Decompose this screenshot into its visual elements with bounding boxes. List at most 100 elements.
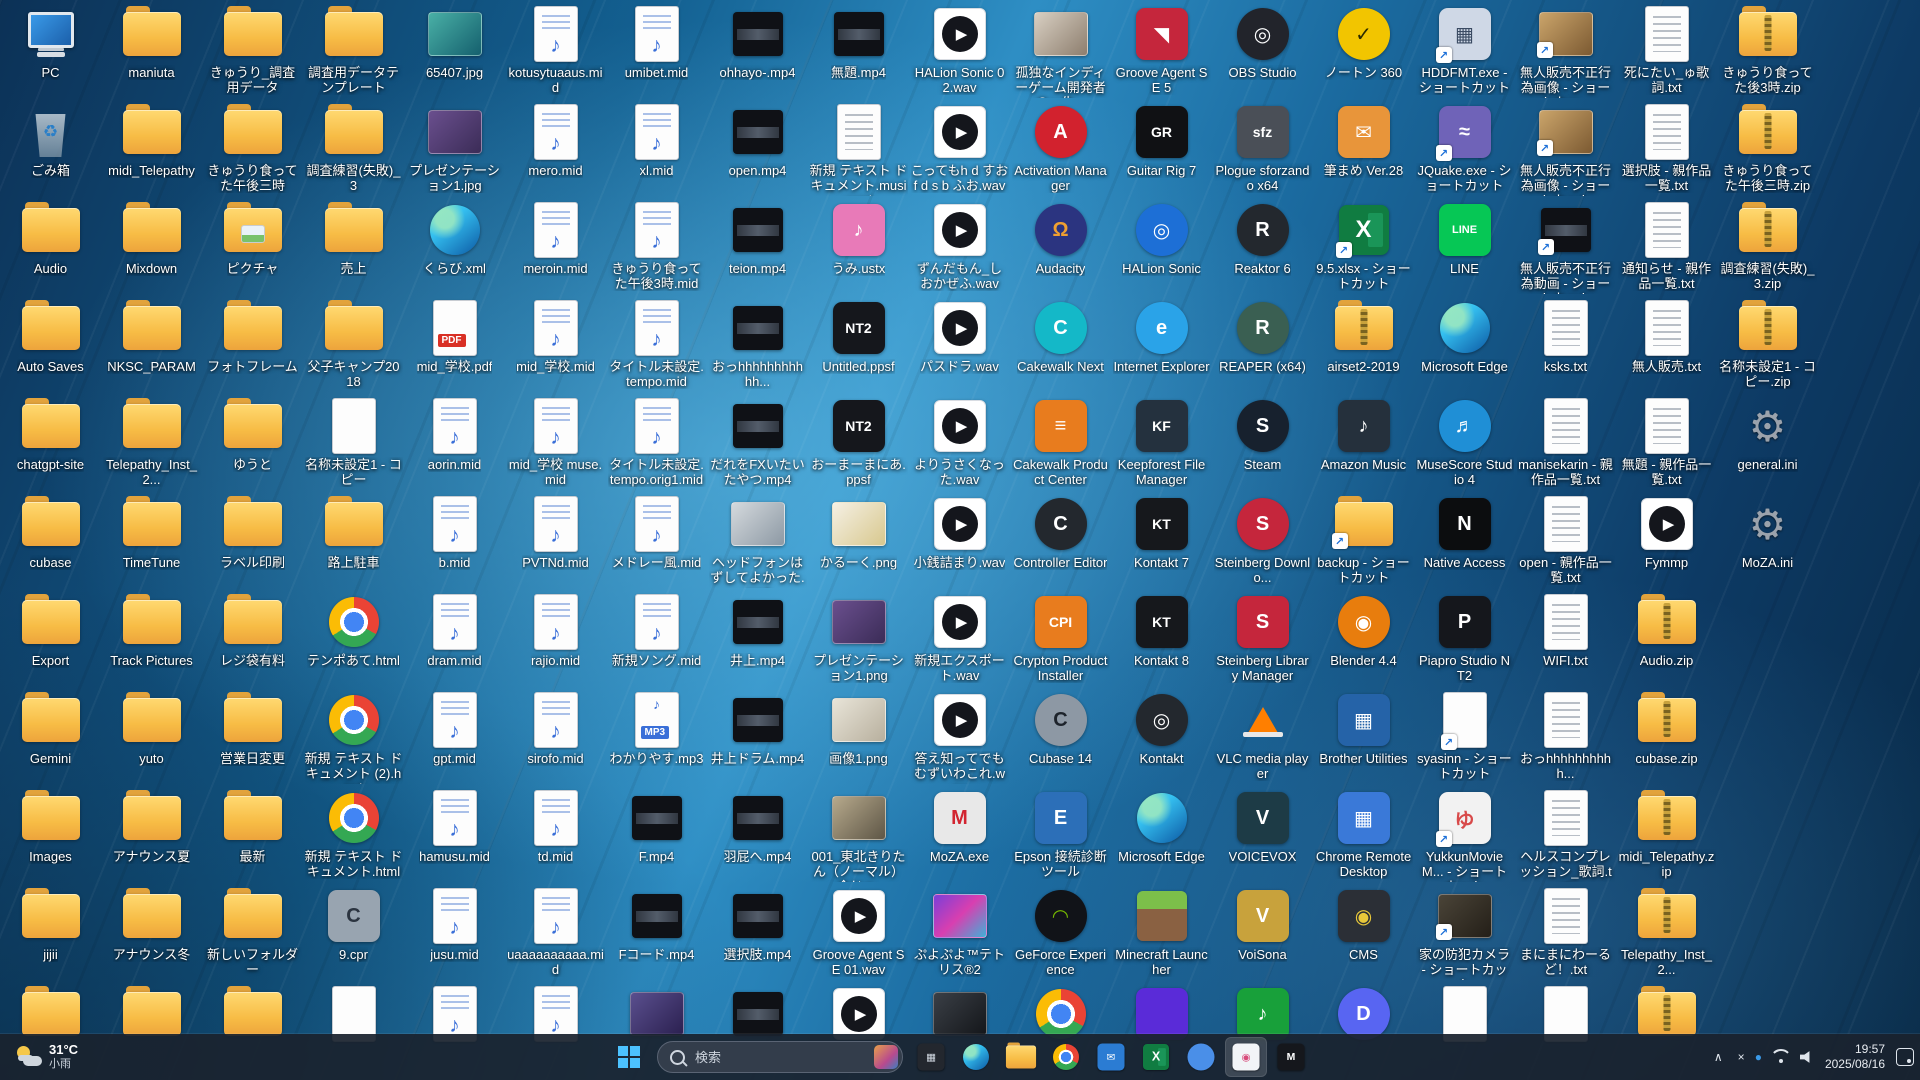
- desktop-icon[interactable]: ↗無人販売不正行為動画 - ショートカット: [1515, 196, 1616, 294]
- desktop-icon[interactable]: ▦↗HDDFMT.exe - ショートカット: [1414, 0, 1515, 98]
- desktop-icon[interactable]: おっhhhhhhhhhhh...: [707, 294, 808, 392]
- desktop-icon[interactable]: メドレー風.mid: [606, 490, 707, 588]
- taskbar-clock[interactable]: 19:57 2025/08/16: [1825, 1042, 1885, 1072]
- desktop-icon[interactable]: maniuta: [101, 0, 202, 98]
- desktop-icon[interactable]: ピクチャ: [202, 196, 303, 294]
- taskbar-app-photos[interactable]: ◉: [1225, 1037, 1267, 1077]
- desktop-icon[interactable]: PC: [0, 0, 101, 98]
- desktop-icon[interactable]: プレゼンテーション1.jpg: [404, 98, 505, 196]
- desktop-icon[interactable]: Fコード.mp4: [606, 882, 707, 980]
- desktop-icon[interactable]: yuto: [101, 686, 202, 784]
- desktop-icon[interactable]: hamusu.mid: [404, 784, 505, 882]
- desktop-icon[interactable]: PPiapro Studio NT2: [1414, 588, 1515, 686]
- desktop-icon[interactable]: VLC media player: [1212, 686, 1313, 784]
- desktop-icon[interactable]: ラベル印刷: [202, 490, 303, 588]
- weather-widget[interactable]: 31°C 小雨: [6, 1040, 88, 1074]
- desktop-icon[interactable]: ↗無人販売不正行為画像 - ショートカッ...: [1515, 0, 1616, 98]
- desktop-icon[interactable]: TimeTune: [101, 490, 202, 588]
- desktop-icon[interactable]: 選択肢 - 親作品一覧.txt: [1616, 98, 1717, 196]
- desktop-icon[interactable]: Fymmp: [1616, 490, 1717, 588]
- desktop-icon[interactable]: xl.mid: [606, 98, 707, 196]
- desktop-icon[interactable]: ぷよぷよ™テトリス®2: [909, 882, 1010, 980]
- desktop-icon[interactable]: GRGuitar Rig 7: [1111, 98, 1212, 196]
- desktop-icon[interactable]: だれをFXいたいたやつ.mp4: [707, 392, 808, 490]
- desktop-icon[interactable]: Auto Saves: [0, 294, 101, 392]
- desktop-icon[interactable]: MoZA.ini: [1717, 490, 1818, 588]
- desktop-icon[interactable]: RREAPER (x64): [1212, 294, 1313, 392]
- desktop-icon[interactable]: 死にたい_ゅ歌詞.txt: [1616, 0, 1717, 98]
- desktop-icon[interactable]: CController Editor: [1010, 490, 1111, 588]
- desktop-icon[interactable]: 調査用データテンプレート: [303, 0, 404, 98]
- desktop-icon[interactable]: くらび.xml: [404, 196, 505, 294]
- desktop-icon[interactable]: よりうさくなった.wav: [909, 392, 1010, 490]
- desktop-icon[interactable]: ▦Brother Utilities: [1313, 686, 1414, 784]
- desktop-icon[interactable]: ✓ノートン 360: [1313, 0, 1414, 98]
- desktop-icon[interactable]: Minecraft Launcher: [1111, 882, 1212, 980]
- desktop-icon[interactable]: ↗家の防犯カメラ - ショートカット: [1414, 882, 1515, 980]
- desktop-icon[interactable]: mero.mid: [505, 98, 606, 196]
- taskbar-app-file-explorer[interactable]: [1000, 1037, 1042, 1077]
- desktop-icon[interactable]: ♪うみ.ustx: [808, 196, 909, 294]
- desktop-icon[interactable]: ◥Groove Agent SE 5: [1111, 0, 1212, 98]
- desktop-icon[interactable]: open - 親作品一覧.txt: [1515, 490, 1616, 588]
- desktop-icon[interactable]: ♬MuseScore Studio 4: [1414, 392, 1515, 490]
- desktop-icon[interactable]: KTKontakt 7: [1111, 490, 1212, 588]
- desktop-icon[interactable]: こってもh d すお f d s b ふお.wav: [909, 98, 1010, 196]
- desktop-icon[interactable]: 答え知ってでもむずいわこれ.wav: [909, 686, 1010, 784]
- hidden-icons-chevron[interactable]: ∧: [1710, 1046, 1727, 1068]
- desktop-icon[interactable]: きゅうり食ってた午後三時.zip: [1717, 98, 1818, 196]
- desktop-icon[interactable]: アナウンス冬: [101, 882, 202, 980]
- desktop-icon[interactable]: アナウンス夏: [101, 784, 202, 882]
- desktop-icon[interactable]: meroin.mid: [505, 196, 606, 294]
- desktop-icon[interactable]: cubase: [0, 490, 101, 588]
- start-button[interactable]: [608, 1037, 650, 1077]
- desktop-icon[interactable]: わかりやす.mp3: [606, 686, 707, 784]
- search-input[interactable]: [693, 1049, 866, 1066]
- desktop-icon[interactable]: ↗9.5.xlsx - ショートカット: [1313, 196, 1414, 294]
- desktop-icon[interactable]: ヘッドフォンはずしてよかった.mp4: [707, 490, 808, 588]
- desktop-icon[interactable]: 新しいフォルダー: [202, 882, 303, 980]
- desktop-icon[interactable]: SSteam: [1212, 392, 1313, 490]
- desktop-icon[interactable]: ごみ箱: [0, 98, 101, 196]
- desktop-icon[interactable]: 選択肢.mp4: [707, 882, 808, 980]
- desktop-icon[interactable]: ゆ↗YukkunMovieM... - ショートカット: [1414, 784, 1515, 882]
- desktop-icon[interactable]: Audio: [0, 196, 101, 294]
- wifi-icon[interactable]: [1772, 1050, 1790, 1064]
- desktop-icon[interactable]: open.mp4: [707, 98, 808, 196]
- taskbar-search[interactable]: [657, 1041, 903, 1073]
- desktop-icon[interactable]: プレゼンテーション1.png: [808, 588, 909, 686]
- desktop-icon[interactable]: ◎OBS Studio: [1212, 0, 1313, 98]
- desktop-icon[interactable]: Export: [0, 588, 101, 686]
- desktop-icon[interactable]: Images: [0, 784, 101, 882]
- desktop-icon[interactable]: RReaktor 6: [1212, 196, 1313, 294]
- desktop-icon[interactable]: NNative Access: [1414, 490, 1515, 588]
- desktop-icon[interactable]: 羽屁へ.mp4: [707, 784, 808, 882]
- desktop-icon[interactable]: 孤独なインディーゲーム開発者の一生...: [1010, 0, 1111, 98]
- desktop-icon[interactable]: F.mp4: [606, 784, 707, 882]
- desktop-icon[interactable]: Mixdown: [101, 196, 202, 294]
- desktop-icon[interactable]: ksks.txt: [1515, 294, 1616, 392]
- taskbar-app-chrome[interactable]: [1045, 1037, 1087, 1077]
- desktop-icon[interactable]: 無題 - 親作品一覧.txt: [1616, 392, 1717, 490]
- desktop-icon[interactable]: airset2-2019: [1313, 294, 1414, 392]
- desktop-icon[interactable]: td.mid: [505, 784, 606, 882]
- desktop-icon[interactable]: cubase.zip: [1616, 686, 1717, 784]
- desktop-icon[interactable]: ✉筆まめ Ver.28: [1313, 98, 1414, 196]
- desktop-icon[interactable]: general.ini: [1717, 392, 1818, 490]
- desktop-icon[interactable]: テンポあて.html: [303, 588, 404, 686]
- desktop-icon[interactable]: mid_学校.pdf: [404, 294, 505, 392]
- desktop-icon[interactable]: 無人販売.txt: [1616, 294, 1717, 392]
- desktop-icon[interactable]: gpt.mid: [404, 686, 505, 784]
- desktop-icon[interactable]: KFKeepforest File Manager: [1111, 392, 1212, 490]
- desktop-icon[interactable]: ↗syasinn - ショートカット: [1414, 686, 1515, 784]
- desktop-icon[interactable]: 調査練習(失敗)_3.zip: [1717, 196, 1818, 294]
- desktop-icon[interactable]: かるーく.png: [808, 490, 909, 588]
- desktop-icon[interactable]: NT2おーまーまにあ.ppsf: [808, 392, 909, 490]
- desktop-icon[interactable]: ↗無人販売不正行為画像 - ショートカット: [1515, 98, 1616, 196]
- taskbar-app-edge[interactable]: [955, 1037, 997, 1077]
- desktop-icon[interactable]: ohhayo-.mp4: [707, 0, 808, 98]
- desktop-icon[interactable]: manisekarin - 親作品一覧.txt: [1515, 392, 1616, 490]
- desktop-icon[interactable]: sfzPlogue sforzando x64: [1212, 98, 1313, 196]
- desktop-icon[interactable]: Telepathy_Inst_2...: [1616, 882, 1717, 980]
- desktop-icon[interactable]: jijii: [0, 882, 101, 980]
